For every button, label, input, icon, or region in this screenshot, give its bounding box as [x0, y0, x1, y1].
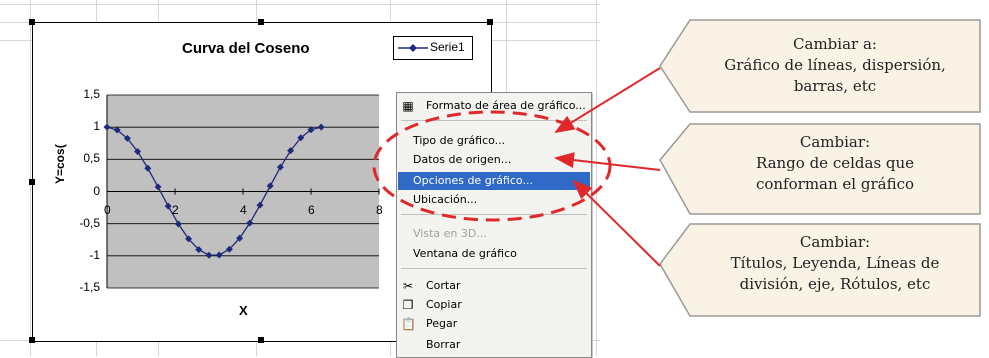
callout-line: Títulos, Leyenda, Líneas de [730, 254, 940, 272]
arrow [554, 67, 661, 134]
callout-line: Rango de celdas que [755, 154, 915, 172]
callout-text: Cambiar: Rango de celdas que conforman e… [690, 132, 980, 195]
callout-line: Gráfico de líneas, dispersión, [724, 56, 946, 74]
dashed-highlight-ellipse [372, 110, 612, 222]
callout-text: Cambiar a: Gráfico de líneas, dispersión… [690, 34, 980, 97]
callout-line: división, eje, Rótulos, etc [739, 275, 931, 293]
callout-line: Cambiar a: [793, 35, 877, 53]
callout-line: Cambiar: [799, 233, 871, 251]
callout-line: conforman el gráfico [755, 175, 915, 193]
callout-line: barras, etc [793, 77, 877, 95]
callout-line: Cambiar: [799, 133, 871, 151]
callout-text: Cambiar: Títulos, Leyenda, Líneas de div… [690, 232, 980, 295]
arrow [572, 179, 661, 267]
